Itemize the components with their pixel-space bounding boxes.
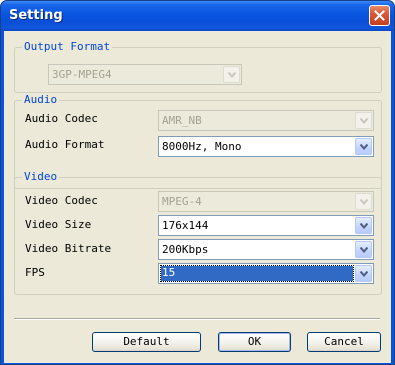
- video-size-select[interactable]: 176x144: [158, 215, 374, 236]
- chevron-down-icon: [360, 271, 368, 277]
- video-group: Video Video Codec MPEG-4 Video Size 176x…: [14, 171, 382, 295]
- audio-codec-dropdown-button[interactable]: [355, 112, 372, 129]
- default-button[interactable]: Default: [92, 332, 201, 352]
- video-codec-select[interactable]: MPEG-4: [158, 191, 374, 212]
- video-bitrate-select[interactable]: 200Kbps: [158, 239, 374, 260]
- video-codec-label: Video Codec: [25, 194, 98, 207]
- chevron-down-icon: [360, 247, 368, 253]
- chevron-down-icon: [360, 223, 368, 229]
- audio-codec-select[interactable]: AMR_NB: [158, 110, 374, 131]
- audio-format-select[interactable]: 8000Hz, Mono: [158, 136, 374, 157]
- cancel-button[interactable]: Cancel: [307, 332, 381, 352]
- audio-format-dropdown-button[interactable]: [355, 138, 372, 155]
- window-title: Setting: [9, 8, 63, 23]
- fps-dropdown-button[interactable]: [355, 265, 372, 282]
- output-format-value: 3GP-MPEG4: [52, 68, 112, 81]
- audio-group: Audio Audio Codec AMR_NB Audio Format 80…: [14, 94, 382, 189]
- audio-legend: Audio: [22, 93, 60, 106]
- fps-select[interactable]: 15: [158, 263, 374, 284]
- output-format-dropdown-button[interactable]: [223, 66, 240, 83]
- video-size-value: 176x144: [162, 219, 209, 232]
- fps-value: 15: [160, 265, 354, 282]
- video-legend: Video: [22, 170, 60, 183]
- dialog-body: Output Format 3GP-MPEG4 Audio Audio Code…: [4, 31, 391, 363]
- video-bitrate-dropdown-button[interactable]: [355, 241, 372, 258]
- audio-codec-value: AMR_NB: [162, 114, 202, 127]
- video-bitrate-label: Video Bitrate: [25, 242, 112, 255]
- video-size-dropdown-button[interactable]: [355, 217, 372, 234]
- chevron-down-icon: [360, 199, 368, 205]
- video-size-label: Video Size: [25, 218, 92, 231]
- video-codec-dropdown-button[interactable]: [355, 193, 372, 210]
- output-format-group: Output Format 3GP-MPEG4: [14, 41, 382, 93]
- chevron-down-icon: [360, 118, 368, 124]
- close-icon: [374, 10, 385, 21]
- audio-format-label: Audio Format: [25, 138, 105, 151]
- video-codec-value: MPEG-4: [162, 195, 202, 208]
- output-format-legend: Output Format: [22, 40, 113, 53]
- audio-codec-label: Audio Codec: [25, 112, 98, 125]
- button-separator: [14, 318, 380, 320]
- ok-button[interactable]: OK: [218, 332, 291, 352]
- settings-dialog: Setting Output Format 3GP-MPEG4 Audio Au…: [0, 0, 395, 365]
- chevron-down-icon: [360, 144, 368, 150]
- close-button[interactable]: [369, 5, 390, 26]
- title-bar[interactable]: Setting: [1, 1, 394, 31]
- output-format-select[interactable]: 3GP-MPEG4: [48, 64, 242, 85]
- fps-label: FPS: [25, 266, 45, 279]
- audio-format-value: 8000Hz, Mono: [162, 140, 242, 153]
- video-bitrate-value: 200Kbps: [162, 243, 209, 256]
- chevron-down-icon: [228, 72, 236, 78]
